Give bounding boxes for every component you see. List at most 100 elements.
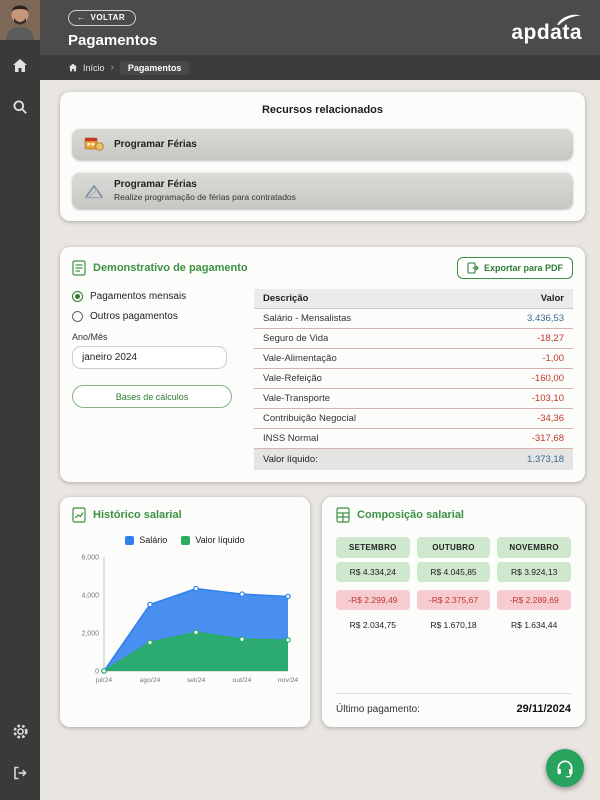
table-footer: Valor líquido: 1.373,18 bbox=[254, 449, 573, 470]
history-chart-icon bbox=[72, 507, 86, 523]
bases-calculos-button[interactable]: Bases de cálculos bbox=[72, 385, 232, 408]
breadcrumb-separator: › bbox=[110, 62, 114, 73]
table-row: Vale-Refeição -160,00 bbox=[254, 369, 573, 389]
table-row: Vale-Alimentação -1,00 bbox=[254, 349, 573, 369]
resource-subtitle: Realize programação de férias para contr… bbox=[114, 192, 296, 202]
beach-chair-icon bbox=[85, 184, 103, 198]
breadcrumb-home-label: Início bbox=[83, 62, 105, 73]
month-net: R$ 1.634,44 bbox=[510, 620, 558, 630]
back-arrow-icon: ← bbox=[77, 12, 86, 22]
payment-document-icon bbox=[72, 260, 86, 276]
composition-table-icon bbox=[336, 507, 350, 523]
month-net: R$ 2.034,75 bbox=[349, 620, 396, 630]
breadcrumb-current: Pagamentos bbox=[119, 60, 190, 75]
resource-item-programar-ferias[interactable]: Programar Férias bbox=[72, 128, 573, 160]
month-name: SETEMBRO bbox=[336, 537, 410, 558]
breadcrumb: Início › Pagamentos bbox=[40, 55, 600, 80]
statement-body: Pagamentos mensais Outros pagamentos Ano… bbox=[72, 289, 573, 470]
row-desc: Vale-Alimentação bbox=[263, 353, 337, 364]
breadcrumb-home-icon bbox=[68, 63, 78, 72]
period-input[interactable] bbox=[72, 346, 227, 369]
bottom-cards-row: Histórico salarial Salário Valor líquido… bbox=[60, 497, 585, 727]
last-payment-label: Último pagamento: bbox=[336, 703, 420, 715]
row-desc: Contribuição Negocial bbox=[263, 413, 356, 424]
month-column-novembro: NOVEMBRO R$ 3.924,13 -R$ 2.289,69 R$ 1.6… bbox=[497, 537, 571, 630]
radio-selected-icon bbox=[72, 291, 83, 302]
export-pdf-label: Exportar para PDF bbox=[483, 263, 563, 273]
month-gross: R$ 3.924,13 bbox=[497, 562, 571, 582]
svg-text:4,000: 4,000 bbox=[81, 593, 99, 600]
month-column-setembro: SETEMBRO R$ 4.334,24 -R$ 2.299,49 R$ 2.0… bbox=[336, 537, 410, 630]
export-pdf-button[interactable]: Exportar para PDF bbox=[456, 257, 573, 279]
logo-text: apdata bbox=[511, 21, 582, 44]
table-row: Vale-Transporte -103,10 bbox=[254, 389, 573, 409]
radio-outros-pagamentos[interactable]: Outros pagamentos bbox=[72, 311, 240, 322]
composition-grid: SETEMBRO R$ 4.334,24 -R$ 2.299,49 R$ 2.0… bbox=[336, 537, 571, 630]
avatar[interactable] bbox=[0, 0, 40, 40]
breadcrumb-home[interactable]: Início bbox=[68, 63, 105, 73]
page-title: Pagamentos bbox=[68, 31, 158, 49]
composition-title: Composição salarial bbox=[357, 509, 464, 521]
statement-header: Demonstrativo de pagamento Exportar para… bbox=[72, 257, 573, 279]
period-label: Ano/Mês bbox=[72, 332, 108, 342]
last-payment-value: 29/11/2024 bbox=[516, 703, 571, 715]
col-valor: Valor bbox=[540, 293, 564, 304]
headset-icon bbox=[557, 760, 573, 778]
legend-label: Valor líquido bbox=[195, 535, 245, 545]
salario-legend-swatch bbox=[125, 535, 135, 545]
legend-item-salario: Salário bbox=[125, 535, 167, 545]
legend-item-valor-liquido: Valor líquido bbox=[181, 535, 245, 545]
resource-text-block: Programar Férias Realize programação de … bbox=[114, 179, 296, 202]
back-button[interactable]: ← VOLTAR bbox=[68, 9, 137, 26]
table-row: INSS Normal -317,68 bbox=[254, 429, 573, 449]
related-resources-card: Recursos relacionados Programar Férias P… bbox=[60, 92, 585, 221]
valor-liquido-legend-swatch bbox=[181, 535, 191, 545]
resource-label: Programar Férias bbox=[114, 138, 197, 150]
month-gross: R$ 4.045,85 bbox=[416, 562, 491, 582]
svg-text:0: 0 bbox=[95, 669, 99, 676]
table-row: Contribuição Negocial -34,36 bbox=[254, 409, 573, 429]
home-icon[interactable] bbox=[0, 48, 40, 82]
history-title-group: Histórico salarial bbox=[72, 507, 298, 523]
table-row: Salário - Mensalistas 3.436,53 bbox=[254, 309, 573, 329]
header-main: ← VOLTAR Pagamentos apdata bbox=[40, 0, 600, 55]
payment-statement-card: Demonstrativo de pagamento Exportar para… bbox=[60, 247, 585, 482]
history-title: Histórico salarial bbox=[93, 509, 182, 521]
radio-pagamentos-mensais[interactable]: Pagamentos mensais bbox=[72, 291, 240, 302]
svg-text:out/24: out/24 bbox=[233, 677, 252, 684]
support-fab-button[interactable] bbox=[546, 749, 584, 787]
main-content: Recursos relacionados Programar Férias P… bbox=[40, 80, 600, 800]
month-column-outubro: OUTUBRO R$ 4.045,85 -R$ 2.375,67 R$ 1.67… bbox=[416, 537, 491, 630]
svg-text:2,000: 2,000 bbox=[81, 631, 99, 638]
row-value: -18,27 bbox=[537, 333, 564, 344]
row-desc: Seguro de Vida bbox=[263, 333, 329, 344]
table-header: Descrição Valor bbox=[254, 289, 573, 309]
last-payment-row: Último pagamento: 29/11/2024 bbox=[336, 693, 571, 715]
radio-unselected-icon bbox=[72, 311, 83, 322]
resource-label: Programar Férias bbox=[114, 179, 197, 190]
month-gross: R$ 4.334,24 bbox=[336, 562, 410, 582]
svg-text:set/24: set/24 bbox=[187, 677, 206, 684]
search-icon[interactable] bbox=[0, 90, 40, 124]
month-net: R$ 1.670,18 bbox=[430, 620, 477, 630]
salary-composition-card: Composição salarial SETEMBRO R$ 4.334,24… bbox=[322, 497, 585, 727]
chart-wrap: 0 2,000 4,000 6,000 jul/24 ago/24 set/24 out/24… bbox=[72, 549, 298, 691]
payment-table: Descrição Valor Salário - Mensalistas 3.… bbox=[254, 289, 573, 470]
month-deductions: -R$ 2.375,67 bbox=[416, 590, 491, 610]
resource-item-programar-ferias-detail[interactable]: Programar Férias Realize programação de … bbox=[72, 172, 573, 209]
row-desc: Salário - Mensalistas bbox=[263, 313, 352, 324]
footer-value: 1.373,18 bbox=[527, 454, 564, 465]
statement-title-group: Demonstrativo de pagamento bbox=[72, 260, 248, 276]
apdata-logo: apdata bbox=[511, 14, 582, 44]
row-value: -103,10 bbox=[531, 393, 564, 404]
back-label: VOLTAR bbox=[90, 12, 126, 22]
settings-gear-icon[interactable] bbox=[0, 714, 40, 748]
header: ← VOLTAR Pagamentos apdata Início › Paga… bbox=[40, 0, 600, 80]
radio-label: Outros pagamentos bbox=[90, 311, 178, 322]
month-name: NOVEMBRO bbox=[497, 537, 571, 558]
svg-text:ago/24: ago/24 bbox=[140, 677, 161, 684]
legend-label: Salário bbox=[139, 535, 168, 545]
related-resources-title: Recursos relacionados bbox=[261, 104, 384, 116]
row-value: -34,36 bbox=[537, 413, 564, 424]
logout-icon[interactable] bbox=[0, 756, 40, 790]
